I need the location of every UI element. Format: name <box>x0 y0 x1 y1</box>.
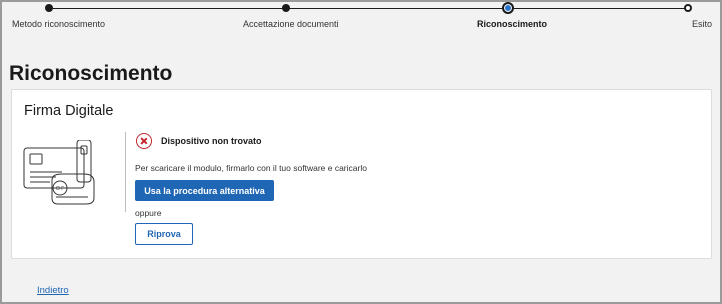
or-separator: oppure <box>135 208 162 218</box>
vertical-divider <box>125 132 126 212</box>
alternative-procedure-button[interactable]: Usa la procedura alternativa <box>135 180 274 201</box>
step-label-riconoscimento: Riconoscimento <box>477 19 548 29</box>
step-dot-done <box>282 4 290 12</box>
smartcard-reader-illustration: O F <box>23 140 95 205</box>
retry-button[interactable]: Riprova <box>135 223 193 245</box>
page-title: Riconoscimento <box>9 62 173 85</box>
alternative-hint: Per scaricare il modulo, firmarlo con il… <box>135 163 367 173</box>
stepper-line <box>49 8 286 9</box>
stepper-line <box>286 8 508 9</box>
step-dot-done <box>45 4 53 12</box>
error-message: Dispositivo non trovato <box>161 136 262 146</box>
step-dot-current <box>502 2 514 14</box>
progress-stepper: Metodo riconoscimento Accettazione docum… <box>0 0 722 34</box>
step-label-metodo: Metodo riconoscimento <box>12 19 106 29</box>
svg-text:O F: O F <box>56 186 64 192</box>
step-label-accettazione: Accettazione documenti <box>243 19 339 29</box>
device-error: Dispositivo non trovato <box>136 133 262 149</box>
step-dot-pending <box>684 4 692 12</box>
error-x-circle-icon <box>136 133 152 149</box>
card-title: Firma Digitale <box>24 103 114 119</box>
step-label-esito: Esito <box>692 19 713 29</box>
stepper-line <box>508 8 689 9</box>
signature-card: Firma Digitale O F Dispositivo non trova… <box>11 89 712 259</box>
back-link[interactable]: Indietro <box>37 285 69 296</box>
